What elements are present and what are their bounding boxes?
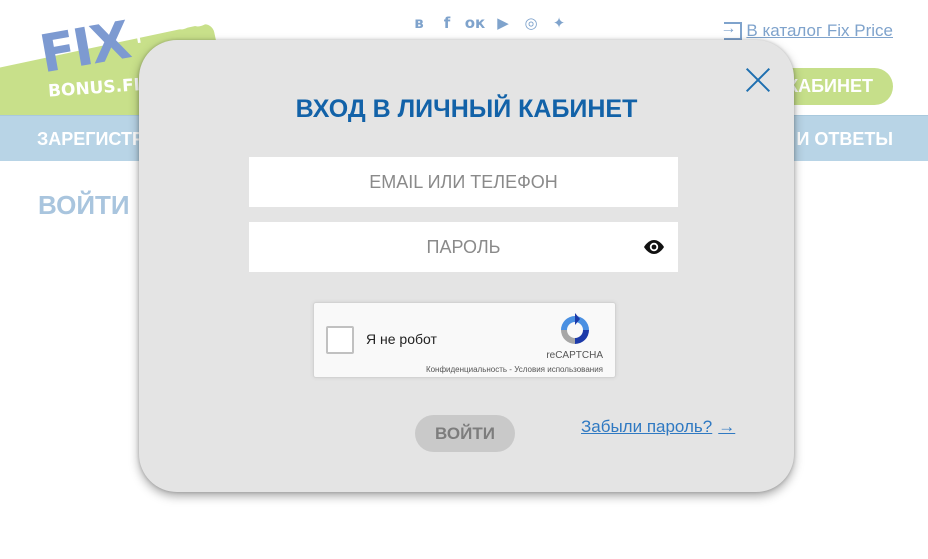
instagram-icon[interactable]: ◎ — [522, 14, 540, 32]
social-links: в f ок ▶ ◎ ✦ — [410, 14, 568, 32]
login-arrow-icon — [720, 20, 743, 40]
catalog-link-label: В каталог Fix Price — [746, 21, 893, 40]
nav-item-register[interactable]: ЗАРЕГИСТР — [37, 129, 144, 150]
twitter-icon[interactable]: ✦ — [550, 14, 568, 32]
recaptcha-checkbox[interactable] — [326, 326, 354, 354]
close-icon[interactable] — [743, 65, 773, 95]
login-modal: ВХОД В ЛИЧНЫЙ КАБИНЕТ Я не робот reCAPTC… — [139, 40, 794, 492]
eye-icon[interactable] — [642, 238, 666, 256]
facebook-icon[interactable]: f — [438, 14, 456, 32]
recaptcha-label: Я не робот — [366, 331, 437, 347]
arrow-right-icon: → — [718, 417, 736, 436]
modal-title: ВХОД В ЛИЧНЫЙ КАБИНЕТ — [295, 95, 638, 123]
forgot-password-link[interactable]: Забыли пароль? → — [581, 417, 735, 437]
recaptcha-logo-icon — [561, 313, 589, 344]
forgot-password-label: Забыли пароль? — [581, 417, 713, 436]
nav-item-faq[interactable]: И ОТВЕТЫ — [796, 129, 893, 150]
recaptcha-links[interactable]: Конфиденциальность - Условия использован… — [426, 365, 603, 374]
youtube-icon[interactable]: ▶ — [494, 14, 512, 32]
login-button[interactable]: ВОЙТИ — [415, 415, 515, 452]
password-field[interactable] — [249, 222, 678, 272]
page-title: ВОЙТИ — [38, 190, 130, 220]
catalog-link[interactable]: В каталог Fix Price — [720, 20, 893, 41]
email-field[interactable] — [249, 157, 678, 207]
vk-icon[interactable]: в — [410, 14, 428, 32]
odnoklassniki-icon[interactable]: ок — [465, 14, 486, 32]
recaptcha-brand: reCAPTCHA — [546, 350, 603, 361]
recaptcha-widget: Я не робот reCAPTCHA Конфиденциальность … — [313, 302, 616, 378]
